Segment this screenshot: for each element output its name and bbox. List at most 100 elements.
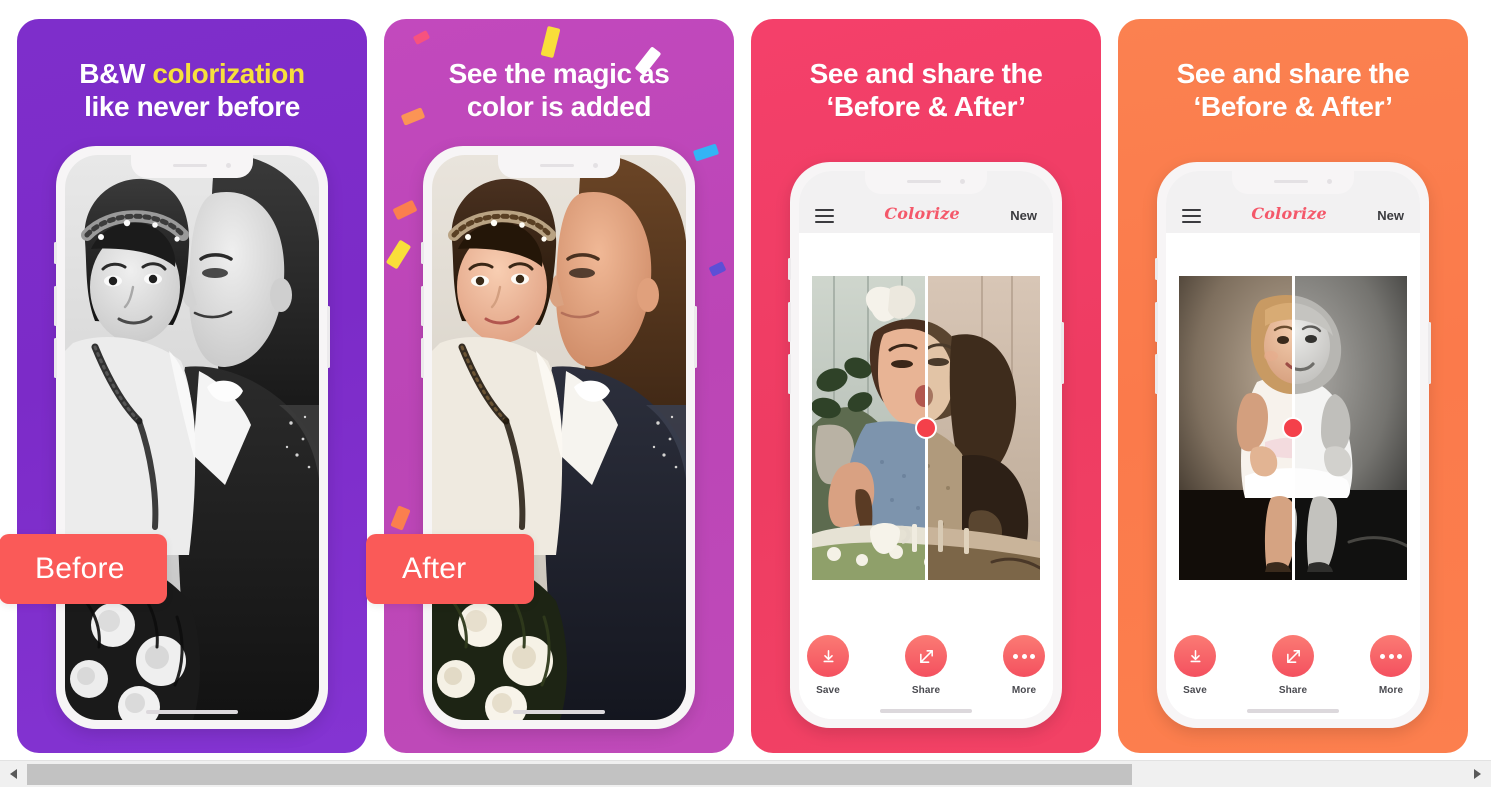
headline-line1-accent: colorization: [152, 58, 305, 89]
share-button[interactable]: Share: [897, 635, 955, 696]
panel-2-headline: See the magic as color is added: [384, 57, 734, 123]
scrollbar-thumb[interactable]: [27, 763, 1132, 785]
phone-screen-3: Colorize New Save Share More: [799, 171, 1053, 719]
download-icon: [807, 635, 849, 677]
gallery-panel-3[interactable]: See and share the ‘Before & After’ Color…: [751, 19, 1101, 753]
before-after-original-half: [1293, 276, 1407, 580]
share-external-icon: [1272, 635, 1314, 677]
phone-mockup-2: [421, 146, 697, 729]
headline-line2: color is added: [466, 91, 652, 123]
home-indicator-1: [146, 710, 238, 714]
phone-button-power: [694, 306, 697, 368]
toddler-photo-colorized-svg: [1179, 276, 1293, 580]
phone-mockup-1: [54, 146, 330, 729]
phone-button-volume-up: [1155, 302, 1158, 342]
before-after-original-half: [926, 276, 1040, 580]
panel-1-headline: B&W colorization like never before: [17, 57, 367, 123]
phone-screen-1: [65, 155, 319, 720]
phone-button-volume-up: [54, 286, 57, 326]
save-button[interactable]: Save: [1166, 635, 1224, 696]
phone-notch-1: [131, 155, 253, 178]
before-after-viewer-4[interactable]: [1179, 276, 1407, 580]
new-button[interactable]: New: [1010, 208, 1037, 223]
more-button[interactable]: More: [995, 635, 1053, 696]
panel-3-headline: See and share the ‘Before & After’: [751, 57, 1101, 123]
share-label: Share: [911, 685, 941, 696]
headline-line1-plain: B&W: [79, 58, 153, 89]
share-label: Share: [1278, 685, 1308, 696]
gallery-panel-2[interactable]: See the magic as color is added After: [366, 19, 734, 753]
more-label: More: [1011, 685, 1037, 696]
gallery-panel-1[interactable]: B&W colorization like never before Befor…: [0, 19, 367, 753]
save-label: Save: [816, 685, 840, 696]
before-after-viewer-3[interactable]: [812, 276, 1040, 580]
phone-button-mute: [1155, 258, 1158, 280]
phone-button-volume-down: [788, 354, 791, 394]
earpiece-speaker-icon: [173, 164, 207, 167]
phone-button-volume-up: [421, 286, 424, 326]
headline-line2: like never before: [84, 91, 300, 123]
home-indicator-2: [513, 710, 605, 714]
app-brand-logo: Colorize: [1251, 204, 1327, 223]
before-badge: Before: [0, 534, 167, 604]
phone-screen-4: Colorize New Save Share More: [1166, 171, 1420, 719]
earpiece-speaker-icon: [1274, 180, 1308, 183]
download-icon: [1174, 635, 1216, 677]
panel-4-headline: See and share the ‘Before & After’: [1118, 57, 1468, 123]
phone-button-power: [1061, 322, 1064, 384]
phone-button-mute: [788, 258, 791, 280]
app-brand-logo: Colorize: [884, 204, 960, 223]
before-after-slider-handle[interactable]: [915, 417, 937, 439]
front-camera-icon: [226, 163, 231, 168]
headline-line2: ‘Before & After’: [1193, 91, 1393, 123]
earpiece-speaker-icon: [540, 164, 574, 167]
save-label: Save: [1183, 685, 1207, 696]
more-label: More: [1378, 685, 1404, 696]
scroll-left-arrow[interactable]: [0, 760, 27, 787]
headline-line2: ‘Before & After’: [826, 91, 1026, 123]
ellipsis-icon: [1003, 635, 1045, 677]
photo-canvas-3: [799, 233, 1053, 623]
phone-notch-3: [865, 171, 987, 194]
share-button[interactable]: Share: [1264, 635, 1322, 696]
phone-button-mute: [421, 242, 424, 264]
phone-button-volume-up: [788, 302, 791, 342]
before-after-colorized-half: [812, 276, 926, 580]
headline-line1: See and share the: [809, 58, 1043, 89]
wedding-photo-color-svg: [432, 155, 686, 720]
phone-button-volume-down: [421, 338, 424, 378]
earpiece-speaker-icon: [907, 180, 941, 183]
after-badge: After: [366, 534, 534, 604]
photo-canvas-4: [1166, 233, 1420, 623]
scroll-right-arrow[interactable]: [1464, 760, 1491, 787]
gallery-panel-4[interactable]: See and share the ‘Before & After’ Color…: [1118, 19, 1468, 753]
photo-wedding-color: [432, 155, 686, 720]
more-button[interactable]: More: [1362, 635, 1420, 696]
hamburger-icon[interactable]: [815, 209, 834, 223]
horizontal-scrollbar[interactable]: [0, 760, 1491, 787]
save-button[interactable]: Save: [799, 635, 857, 696]
phone-button-volume-down: [54, 338, 57, 378]
phone-button-power: [1428, 322, 1431, 384]
action-bar-4: Save Share More: [1166, 623, 1420, 719]
front-camera-icon: [960, 179, 965, 184]
scrollbar-track[interactable]: [27, 760, 1464, 787]
new-button[interactable]: New: [1377, 208, 1404, 223]
phone-notch-2: [498, 155, 620, 178]
home-indicator-3: [880, 709, 972, 713]
phone-notch-4: [1232, 171, 1354, 194]
front-camera-icon: [593, 163, 598, 168]
action-bar-3: Save Share More: [799, 623, 1053, 719]
screenshot-root: B&W colorization like never before Befor…: [0, 0, 1491, 787]
phone-screen-2: [432, 155, 686, 720]
app-store-screenshot-gallery[interactable]: B&W colorization like never before Befor…: [0, 0, 1491, 760]
phone-button-volume-down: [1155, 354, 1158, 394]
birthday-photo-colorized-svg: [812, 276, 926, 580]
before-after-slider-handle[interactable]: [1282, 417, 1304, 439]
birthday-photo-sepia-svg: [926, 276, 1040, 580]
hamburger-icon[interactable]: [1182, 209, 1201, 223]
ellipsis-icon: [1370, 635, 1412, 677]
toddler-photo-bw-svg: [1293, 276, 1407, 580]
headline-line1: See the magic as: [448, 58, 670, 89]
share-external-icon: [905, 635, 947, 677]
